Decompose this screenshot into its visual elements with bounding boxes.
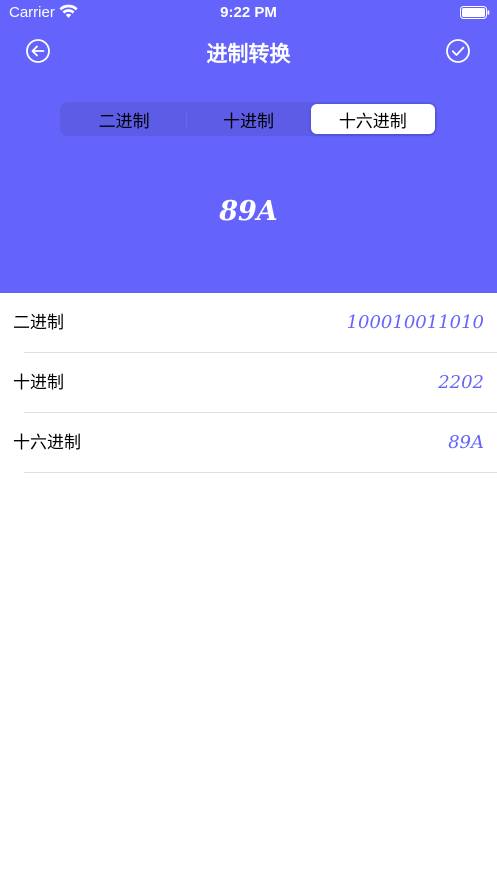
row-label: 二进制: [13, 313, 64, 333]
row-value: 2202: [438, 372, 484, 393]
check-circle-icon: [446, 39, 470, 63]
row-value: 100010011010: [346, 312, 484, 333]
status-bar: Carrier 9:22 PM: [0, 0, 497, 26]
segment-label: 十六进制: [338, 111, 407, 132]
row-divider: [24, 472, 497, 473]
header: Carrier 9:22 PM 进制转换 二进制 十进制 十六进制 89A: [0, 0, 497, 293]
result-row-hexadecimal[interactable]: 十六进制 89A: [0, 413, 497, 473]
input-value-display[interactable]: 89A: [0, 196, 497, 227]
confirm-button[interactable]: [444, 37, 472, 65]
segment-hexadecimal[interactable]: 十六进制: [310, 104, 435, 134]
segment-decimal[interactable]: 十进制: [186, 104, 310, 134]
segment-label: 二进制: [98, 111, 150, 132]
segment-label: 十进制: [222, 111, 274, 132]
segment-binary[interactable]: 二进制: [62, 104, 186, 134]
result-row-binary[interactable]: 二进制 100010011010: [0, 293, 497, 353]
nav-bar: 进制转换: [0, 28, 497, 74]
page-title: 进制转换: [206, 42, 291, 66]
row-label: 十六进制: [13, 433, 81, 453]
result-list: 二进制 100010011010 十进制 2202 十六进制 89A: [0, 293, 497, 473]
result-row-decimal[interactable]: 十进制 2202: [0, 353, 497, 413]
row-label: 十进制: [13, 373, 64, 393]
battery-icon: [460, 6, 490, 19]
base-segmented-control: 二进制 十进制 十六进制: [60, 102, 437, 136]
status-time: 9:22 PM: [220, 4, 277, 21]
row-value: 89A: [448, 432, 484, 453]
